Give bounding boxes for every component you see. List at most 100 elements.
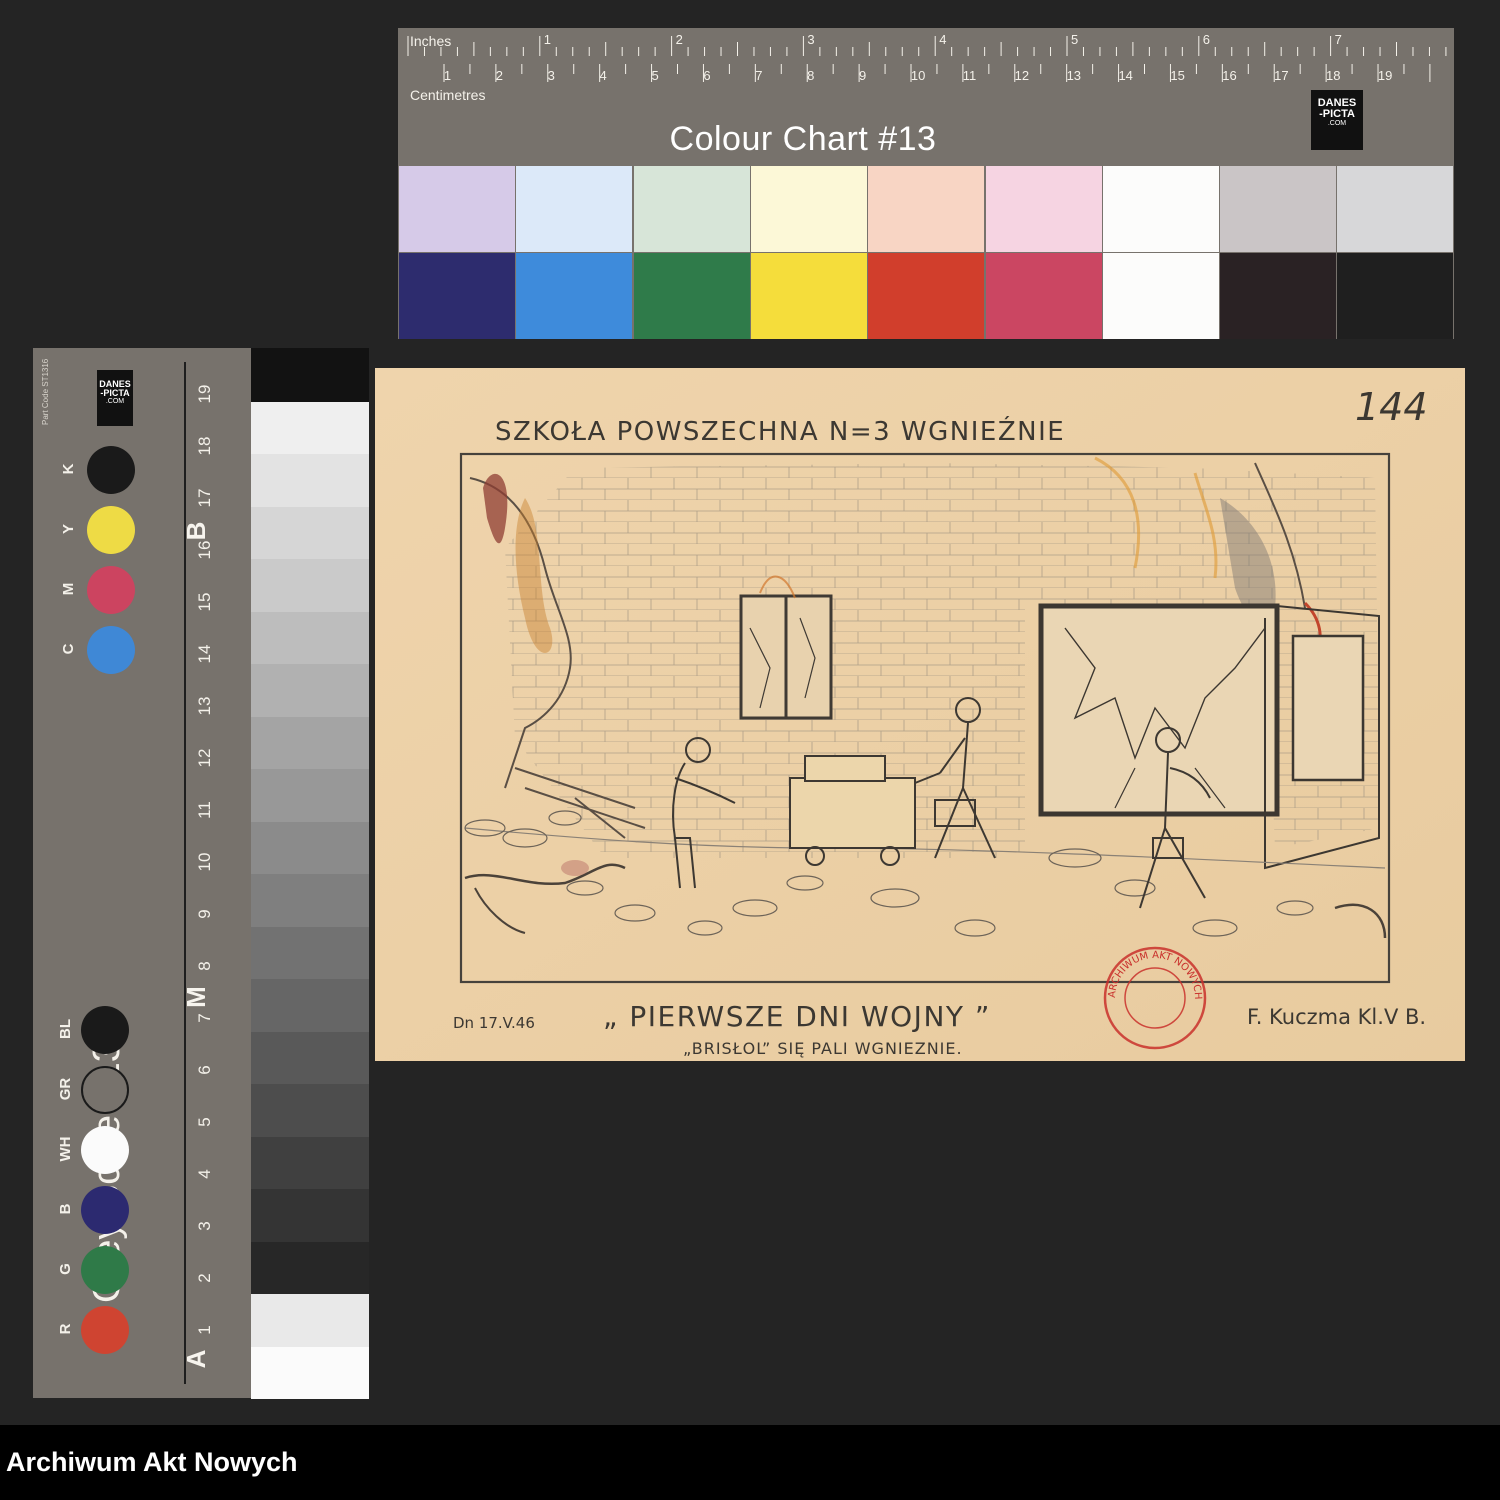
dot-label: K (60, 463, 77, 475)
step-number: 12 (195, 748, 214, 768)
grey-step (251, 1240, 369, 1294)
cm-mark: 10 (911, 68, 925, 83)
color-dot-k (87, 446, 135, 494)
swatch-dark-6 (1102, 253, 1219, 339)
cm-mark: 9 (859, 68, 866, 83)
cm-mark: 18 (1326, 68, 1340, 83)
school-header: SZKOŁA POWSZECHNA N=3 WGNIEŹNIE (495, 415, 1065, 447)
dot-label: M (60, 582, 77, 596)
grey-step (251, 978, 369, 1032)
swatch-light-8 (1337, 166, 1454, 252)
swatch-dark-0 (399, 253, 515, 339)
footer-bar: Archiwum Akt Nowych (0, 1425, 1500, 1500)
colour-chart-title: Colour Chart #13 (669, 120, 937, 158)
inches-label: Inches (410, 33, 451, 49)
cm-mark: 3 (548, 68, 555, 83)
grey-step (251, 1030, 369, 1084)
step-number: 3 (195, 1221, 214, 1231)
grey-step (251, 348, 369, 402)
cm-mark: 15 (1170, 68, 1184, 83)
grey-step (251, 400, 369, 454)
cm-mark: 5 (651, 68, 658, 83)
swatch-dark-3 (750, 253, 867, 339)
archive-name: Archiwum Akt Nowych (6, 1447, 298, 1477)
dot-label: Y (60, 524, 77, 535)
swatch-dark-7 (1220, 253, 1337, 339)
grey-step (251, 1188, 369, 1242)
shop-window (1038, 603, 1280, 817)
grey-step (251, 453, 369, 507)
step-number: 13 (195, 696, 214, 716)
dot-label: C (60, 643, 77, 655)
swatch-dark-8 (1337, 253, 1454, 339)
color-dot-m (87, 566, 135, 614)
color-dot-bl (81, 1006, 129, 1054)
grey-step (251, 715, 369, 769)
swatch-light-5 (985, 166, 1102, 252)
archival-drawing: 144 SZKOŁA POWSZECHNA N=3 WGNIEŹNIE Dn 1… (375, 368, 1465, 1061)
color-dot-c (87, 626, 135, 674)
inch-mark: 4 (939, 32, 946, 47)
step-number: 10 (195, 852, 214, 872)
swatch-light-1 (516, 166, 633, 252)
grey-scale: Grey Scale #13 Part Code ST1316 DANES -P… (33, 348, 369, 1399)
grey-scale-number-column (218, 348, 251, 1398)
dot-label: B (57, 1203, 74, 1215)
grey-step (251, 610, 369, 664)
logo-line2: -PICTA (100, 388, 130, 398)
swatch-dark-5 (985, 253, 1102, 339)
cm-mark: 19 (1378, 68, 1392, 83)
dot-label: G (57, 1263, 74, 1275)
grey-step (251, 1135, 369, 1189)
swatch-light-6 (1102, 166, 1219, 252)
grey-steps-strip (251, 348, 369, 1399)
logo-line2: -PICTA (1319, 108, 1355, 120)
step-number: 5 (195, 1117, 214, 1127)
swatch-light-4 (868, 166, 985, 252)
inch-mark: 3 (807, 32, 814, 47)
step-number: 18 (195, 436, 214, 456)
drawing-svg: 144 SZKOŁA POWSZECHNA N=3 WGNIEŹNIE Dn 1… (375, 368, 1465, 1061)
step-number: 11 (195, 801, 214, 819)
grey-step (251, 768, 369, 822)
grey-step (251, 558, 369, 612)
cm-mark: 4 (600, 68, 607, 83)
part-code: Part Code ST1316 (41, 358, 50, 425)
grey-step (251, 1083, 369, 1137)
color-dot-r (81, 1306, 129, 1354)
drawing-subtitle: „BRISŁOL” SIĘ PALI WGNIEZNIE. (683, 1039, 963, 1058)
cm-mark: 13 (1067, 68, 1081, 83)
inch-mark: 7 (1335, 32, 1342, 47)
danes-picta-logo-vertical: DANES -PICTA .COM (97, 370, 133, 426)
swatch-dark-2 (633, 253, 750, 339)
cm-mark: 11 (963, 68, 977, 83)
swatch-dark-4 (868, 253, 985, 339)
dot-label: BL (57, 1019, 74, 1039)
grey-step (251, 505, 369, 559)
drawing-date: Dn 17.V.46 (453, 1014, 535, 1032)
logo-line3: .COM (1327, 120, 1347, 127)
dot-label: GR (57, 1077, 74, 1101)
step-number: 17 (195, 488, 214, 508)
inch-mark: 5 (1071, 32, 1078, 47)
color-dot-y (87, 506, 135, 554)
inch-mark: 2 (676, 32, 683, 47)
cm-mark: 17 (1274, 68, 1288, 83)
step-number: 4 (195, 1169, 214, 1179)
step-number: 14 (195, 644, 214, 664)
color-dot-wh (81, 1126, 129, 1174)
colour-chart: 12345678 12345678910111213141516171819 I… (398, 28, 1454, 339)
swatch-dark-1 (516, 253, 633, 339)
cm-mark: 7 (755, 68, 762, 83)
scan-stage: 12345678 12345678910111213141516171819 I… (0, 0, 1500, 1425)
color-dot-g (81, 1246, 129, 1294)
dot-label: R (57, 1323, 74, 1335)
inch-ticks: 12345678 (407, 32, 1447, 56)
cm-mark: 2 (496, 68, 503, 83)
cm-mark: 8 (807, 68, 814, 83)
inch-mark: 6 (1203, 32, 1210, 47)
grey-step (251, 820, 369, 874)
cm-mark: 16 (1222, 68, 1236, 83)
door-window (1291, 634, 1365, 782)
inch-mark: 1 (544, 32, 551, 47)
